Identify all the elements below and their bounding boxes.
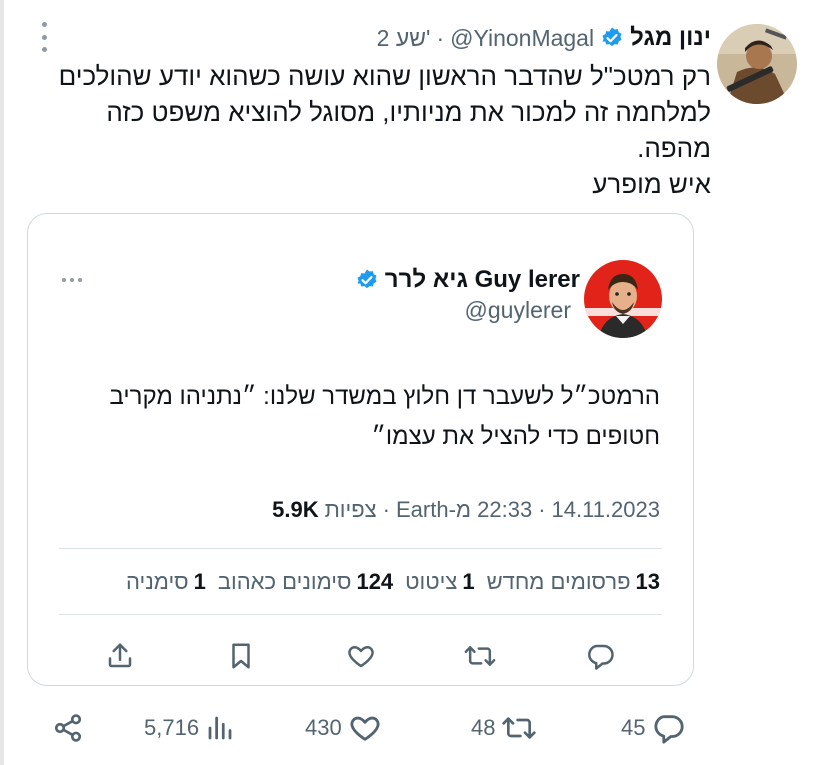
stat-likes[interactable]: 124סימונים כאהוב [218,569,393,595]
retweet-icon [502,717,537,739]
heart-icon[interactable] [341,636,381,676]
retweets-count: 48 [471,715,496,740]
reply-button[interactable]: 45 [621,706,685,750]
views-bar-chart-icon [208,716,232,740]
stat-reposts[interactable]: 13פרסומים מחדש [487,569,660,595]
likes-count: 430 [305,715,342,740]
stat-label: פרסומים מחדש [486,569,631,594]
quoted-author-name[interactable]: גיא לרר Guy lerer [385,266,580,294]
separator-dot: · [382,497,390,522]
stat-count: 13 [635,569,660,594]
author-avatar[interactable] [717,24,797,104]
reply-icon[interactable] [580,636,620,676]
heart-icon [350,716,380,741]
bookmark-icon[interactable] [221,636,261,676]
quoted-date[interactable]: 14.11.2023 [552,497,660,523]
stat-bookmarks[interactable]: 1סימניה [126,569,206,595]
quoted-action-bar [90,636,640,676]
quoted-meta: 14.11.2023 · 22:33 מ-Earth · צפיות 5.9K [272,497,660,523]
quoted-time[interactable]: 22:33 מ-Earth [396,497,532,523]
divider [59,548,662,549]
quoted-views-label: צפיות [324,497,377,522]
verified-badge-icon [600,26,624,50]
quoted-stats: 13פרסומים מחדש 1ציטוט 124סימונים כאהוב 1… [126,569,660,595]
separator-dot: · [538,497,546,522]
separator-dot: · [436,24,445,51]
tweet-text: רק רמטכ"ל שהדבר הראשון שהוא עושה כשהוא י… [31,58,711,202]
upload-icon[interactable] [100,636,140,676]
stat-count: 1 [462,569,475,594]
quoted-text-line: חטופים כדי להציל את עצמו״ [371,423,660,450]
quoted-header: גיא לרר Guy lerer [355,266,580,294]
reply-icon [655,715,685,744]
quoted-author-handle[interactable]: @guylerer [465,297,571,324]
stat-count: 1 [193,569,206,594]
retweet-icon[interactable] [460,636,500,676]
replies-count: 45 [621,715,646,740]
tweet-text-line: מהפה. [637,133,711,163]
divider [59,614,662,615]
tweet-text-line: למלחמה זה למכור את מניותיו, מסוגל להוציא… [106,97,711,127]
stat-label: סימונים כאהוב [217,569,352,594]
tweet-text-line: רק רמטכ"ל שהדבר הראשון שהוא עושה כשהוא י… [58,61,711,91]
like-button[interactable]: 430 [305,706,382,750]
tweet-text-line: איש מופרע [592,169,711,199]
quoted-views-count: 5.9K [272,497,319,522]
more-icon[interactable] [37,22,51,52]
stat-quotes[interactable]: 1ציטוט [405,569,474,595]
more-icon[interactable] [62,278,82,282]
quoted-text-line: הרמטכ״ל לשעבר דן חלוץ במשדר שלנו: ״נתניה… [109,383,660,410]
author-handle[interactable]: @YinonMagal [450,25,594,52]
stat-label: סימניה [126,569,189,594]
quoted-tweet-text: הרמטכ״ל לשעבר דן חלוץ במשדר שלנו: ״נתניה… [50,377,660,457]
views-count: 5,716 [144,715,200,740]
verified-badge-icon [355,268,379,292]
retweet-button[interactable]: 48 [471,706,537,750]
quoted-author-avatar[interactable] [584,260,662,338]
share-icon[interactable] [52,706,84,750]
tweet-action-bar: 5,716 430 48 45 [0,706,823,750]
scroll-edge [0,0,4,765]
stat-count: 124 [356,569,394,594]
author-name[interactable]: ינון מגל [630,24,711,52]
stat-label: ציטוט [405,569,458,594]
tweet-header: ינון מגל @YinonMagal · 2 שע' [377,24,711,52]
views-button[interactable]: 5,716 [144,706,235,750]
tweet-time[interactable]: 2 שע' [377,25,431,52]
